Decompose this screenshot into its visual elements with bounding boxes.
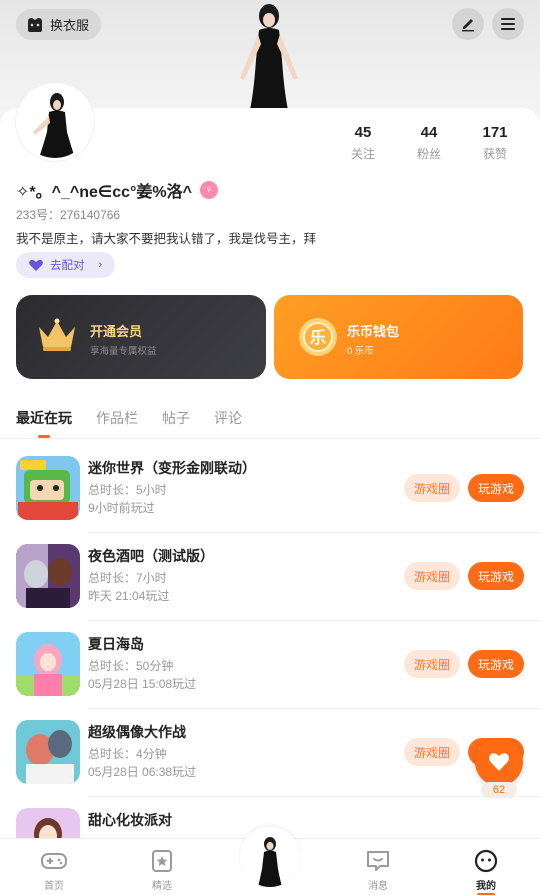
star-card-icon: [152, 850, 172, 872]
like-count-badge: 62: [481, 782, 517, 798]
play-game-button[interactable]: 玩游戏: [468, 650, 524, 678]
smiley-face-icon: [474, 849, 498, 873]
edit-button[interactable]: [452, 8, 484, 40]
divider: [88, 796, 540, 797]
nav-me[interactable]: 我的: [456, 849, 516, 895]
edit-icon: [462, 19, 474, 32]
message-icon: [367, 851, 389, 871]
match-button[interactable]: 去配对 ›: [16, 252, 115, 278]
menu-button[interactable]: [492, 8, 524, 40]
game-circle-button[interactable]: 游戏圈: [404, 650, 460, 678]
tab-recent-played[interactable]: 最近在玩: [16, 408, 72, 438]
game-circle-button[interactable]: 游戏圈: [404, 562, 460, 590]
game-last-played: 9小时前玩过: [88, 501, 155, 515]
game-icon: [16, 808, 80, 838]
crown-icon: [39, 318, 75, 351]
profile-stats: 45 关注 44 粉丝 171 获赞: [330, 124, 530, 162]
game-circle-button[interactable]: 游戏圈: [404, 474, 460, 502]
stat-likes[interactable]: 171 获赞: [462, 124, 528, 162]
tab-comments[interactable]: 评论: [214, 408, 242, 428]
game-icon: [16, 632, 80, 696]
profile-tabs: 最近在玩 作品栏 帖子 评论: [16, 408, 242, 438]
floating-like-button[interactable]: [475, 738, 523, 786]
nav-avatar-button[interactable]: [240, 827, 300, 887]
nav-label: 首页: [44, 881, 64, 892]
game-name: 迷你世界（变形金刚联动）: [88, 460, 256, 476]
list-item[interactable]: 迷你世界（变形金刚联动） 总时长：5小时 9小时前玩过 游戏圈 玩游戏: [0, 456, 540, 544]
game-name: 夜色酒吧（测试版）: [88, 548, 214, 564]
vip-card[interactable]: 开通会员 享海量专属权益: [16, 295, 266, 379]
match-label: 去配对: [50, 260, 85, 272]
game-icon: [16, 544, 80, 608]
tab-posts[interactable]: 帖子: [162, 408, 190, 428]
vip-subtitle: 享海量专属权益: [90, 346, 157, 357]
stat-value: 45: [354, 124, 372, 141]
game-name: 甜心化妆派对: [88, 812, 172, 828]
female-gender-icon: ♀: [200, 181, 219, 199]
nickname-row: ✧*。^_^ne∈cc°姜%洛^ ♀: [16, 178, 219, 202]
game-last-played: 05月28日 06:38玩过: [88, 765, 197, 779]
nav-label: 精选: [152, 881, 172, 892]
tab-works[interactable]: 作品栏: [96, 408, 138, 428]
game-duration: 总时长：5小时: [88, 483, 167, 497]
game-circle-button[interactable]: 游戏圈: [404, 738, 460, 766]
game-duration: 总时长：4分钟: [88, 747, 167, 761]
coin-glyph: 乐: [310, 328, 326, 347]
nav-label: 我的: [476, 881, 496, 892]
user-id: 233号：276140766: [16, 208, 121, 222]
avatar[interactable]: [16, 83, 94, 161]
menu-icon: [501, 18, 515, 30]
stat-following[interactable]: 45 关注: [330, 124, 396, 162]
game-duration: 总时长：7小时: [88, 571, 167, 585]
wallet-card[interactable]: 乐 乐币钱包 0 乐币: [274, 295, 523, 379]
game-icon: [16, 720, 80, 784]
nav-messages[interactable]: 消息: [348, 849, 408, 892]
stat-label: 粉丝: [416, 147, 441, 161]
stat-followers[interactable]: 44 粉丝: [396, 124, 462, 162]
stat-value: 44: [420, 124, 438, 141]
play-game-button[interactable]: 玩游戏: [468, 562, 524, 590]
stat-label: 获赞: [482, 147, 507, 161]
bottom-navigation: 首页 精选 消息 我的: [0, 827, 540, 895]
change-outfit-label: 换衣服: [50, 18, 90, 33]
divider: [0, 438, 540, 439]
wallet-title: 乐币钱包: [347, 324, 400, 339]
avatar-image: [19, 86, 91, 158]
divider: [88, 620, 540, 621]
avatar-figure-icon: [258, 837, 282, 887]
heart-icon: [489, 753, 509, 771]
heart-icon: [29, 259, 43, 271]
vip-title: 开通会员: [90, 324, 143, 339]
list-item[interactable]: 超级偶像大作战 总时长：4分钟 05月28日 06:38玩过 游戏圈 玩游戏: [0, 720, 540, 808]
list-item[interactable]: 夏日海岛 总时长：50分钟 05月28日 15:08玩过 游戏圈 玩游戏: [0, 632, 540, 720]
hanger-icon: [28, 17, 42, 32]
list-item[interactable]: 夜色酒吧（测试版） 总时长：7小时 昨天 21:04玩过 游戏圈 玩游戏: [0, 544, 540, 632]
user-bio: 我不是原主，请大家不要把我认错了，我是伐号主，拜: [16, 232, 317, 246]
gamepad-icon: [41, 853, 67, 869]
game-duration: 总时长：50分钟: [88, 659, 174, 673]
stat-label: 关注: [350, 147, 375, 161]
nav-featured[interactable]: 精选: [132, 849, 192, 892]
nickname: ✧*。^_^ne∈cc°姜%洛^: [16, 184, 193, 201]
chevron-right-icon: ›: [98, 259, 103, 271]
change-outfit-button[interactable]: 换衣服: [16, 9, 102, 40]
nav-label: 消息: [368, 881, 388, 892]
play-game-button[interactable]: 玩游戏: [468, 474, 524, 502]
nav-home[interactable]: 首页: [24, 849, 84, 892]
coin-icon: 乐: [299, 318, 337, 356]
wallet-subtitle: 0 乐币: [347, 346, 374, 357]
game-last-played: 昨天 21:04玩过: [88, 589, 170, 603]
game-name: 夏日海岛: [88, 636, 144, 652]
avatar-3d-figure[interactable]: [232, 0, 306, 110]
game-last-played: 05月28日 15:08玩过: [88, 677, 197, 691]
divider: [88, 708, 540, 709]
divider: [88, 532, 540, 533]
game-name: 超级偶像大作战: [88, 724, 186, 740]
game-icon: [16, 456, 80, 520]
stat-value: 171: [482, 124, 508, 141]
